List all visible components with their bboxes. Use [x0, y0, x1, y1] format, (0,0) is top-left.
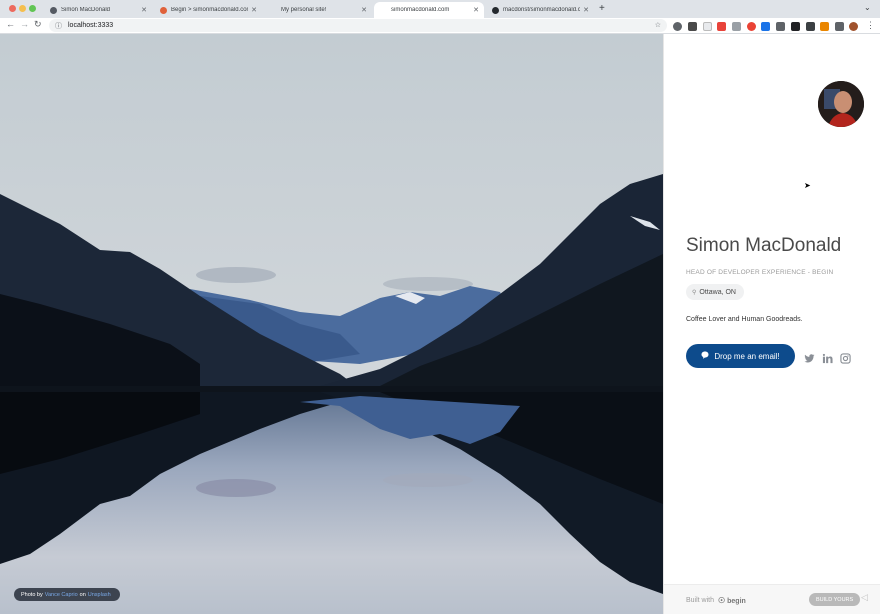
begin-logo-text: begin — [727, 598, 746, 605]
photographer-link[interactable]: Vance Caprio — [45, 592, 78, 598]
more-vert-icon[interactable]: ⋮ — [866, 20, 875, 31]
tab-personal-site[interactable]: My personal site! ✕ — [264, 2, 372, 18]
tab-favicon — [160, 6, 167, 14]
extension-icon[interactable] — [717, 22, 726, 31]
chevron-down-icon[interactable]: ⌄ — [864, 3, 871, 12]
profile-name: Simon MacDonald — [686, 235, 842, 256]
tab-github-repo[interactable]: macdonst/simonmacdonald.com ✕ — [486, 2, 594, 18]
extension-icon[interactable] — [673, 22, 682, 31]
bookmark-star-icon[interactable]: ☆ — [655, 21, 661, 29]
linkedin-icon[interactable] — [822, 351, 833, 364]
profile-avatar-icon[interactable] — [849, 22, 858, 31]
extension-icon[interactable] — [747, 22, 756, 31]
chat-bubble-icon — [701, 351, 709, 361]
tab-simonmacdonald-active[interactable]: simonmacdonald.com ✕ — [374, 2, 484, 18]
tab-favicon — [380, 7, 387, 14]
built-with-begin[interactable]: Built with ☉ begin — [686, 596, 746, 605]
puzzle-icon[interactable] — [835, 22, 844, 31]
minimize-window-button[interactable] — [19, 5, 26, 12]
photo-credit: Photo by Vance Caprio on Unsplash — [14, 588, 120, 601]
email-button-label: Drop me an email! — [714, 351, 780, 361]
profile-bio: Coffee Lover and Human Goodreads. — [686, 316, 803, 323]
tab-label: simonmacdonald.com — [391, 7, 450, 13]
address-text: localhost:3333 — [68, 22, 114, 29]
unsplash-link[interactable]: Unsplash — [88, 592, 111, 598]
credit-prefix: Photo by — [21, 591, 43, 598]
close-icon[interactable]: ✕ — [251, 6, 257, 14]
extension-icon[interactable] — [820, 22, 829, 31]
extension-icon[interactable] — [806, 22, 815, 31]
maximize-window-button[interactable] — [29, 5, 36, 12]
tab-favicon — [270, 7, 277, 14]
tab-label: My personal site! — [281, 7, 327, 13]
mountain-lake-photo — [0, 34, 663, 614]
browser-tab-bar: Simon MacDonald ✕ Begin > simonmacdonald… — [0, 0, 880, 18]
forward-arrow-icon[interactable]: → — [20, 19, 29, 29]
chevron-left-icon[interactable]: ◁ — [861, 592, 868, 603]
location-pin-icon: ⚲ — [692, 289, 697, 296]
begin-logo: ☉ begin — [718, 596, 746, 605]
close-icon[interactable]: ✕ — [583, 6, 589, 14]
built-with-label: Built with — [686, 597, 715, 604]
tab-label: Simon MacDonald — [61, 7, 111, 13]
avatar — [818, 81, 864, 127]
location-text: Ottawa, ON — [699, 288, 736, 296]
close-icon[interactable]: ✕ — [473, 6, 479, 14]
location-badge: ⚲ Ottawa, ON — [686, 284, 744, 300]
plus-icon[interactable]: + — [599, 3, 605, 14]
avatar-photo — [818, 81, 864, 127]
extension-icon[interactable] — [776, 22, 785, 31]
info-icon[interactable]: ⓘ — [55, 21, 62, 31]
tab-label: macdonst/simonmacdonald.com — [503, 7, 581, 13]
panel-footer: Built with ☉ begin BUILD YOURS ◁ — [664, 584, 880, 614]
extension-icon[interactable] — [703, 22, 712, 31]
instagram-icon[interactable] — [840, 351, 851, 364]
credit-on: on — [79, 591, 86, 598]
extension-icon[interactable] — [791, 22, 800, 31]
reload-icon[interactable]: ↻ — [34, 19, 42, 30]
begin-logo-icon: ☉ — [718, 596, 726, 605]
extension-icon[interactable] — [688, 22, 697, 31]
tab-simon-macdonald[interactable]: Simon MacDonald ✕ — [44, 2, 152, 18]
twitter-icon[interactable] — [804, 351, 815, 363]
extension-icon[interactable] — [732, 22, 741, 31]
profile-panel: Simon MacDonald HEAD OF DEVELOPER EXPERI… — [663, 34, 880, 614]
mouse-cursor-icon: ➤ — [804, 181, 811, 190]
tab-label: Begin > simonmacdonald.com — [171, 7, 249, 13]
extension-icon[interactable] — [761, 22, 770, 31]
close-icon[interactable]: ✕ — [141, 6, 147, 14]
tab-favicon — [50, 6, 57, 14]
close-icon[interactable]: ✕ — [361, 6, 367, 14]
close-window-button[interactable] — [9, 5, 16, 12]
profile-role: HEAD OF DEVELOPER EXPERIENCE - BEGIN — [686, 269, 834, 276]
address-bar[interactable]: ⓘ localhost:3333 ☆ — [49, 19, 667, 32]
hero-background-image — [0, 34, 663, 614]
build-yours-button[interactable]: BUILD YOURS — [809, 593, 861, 606]
email-button[interactable]: Drop me an email! — [686, 344, 795, 368]
github-icon — [492, 6, 499, 14]
tab-begin[interactable]: Begin > simonmacdonald.com ✕ — [154, 2, 262, 18]
back-arrow-icon[interactable]: ← — [6, 19, 15, 29]
